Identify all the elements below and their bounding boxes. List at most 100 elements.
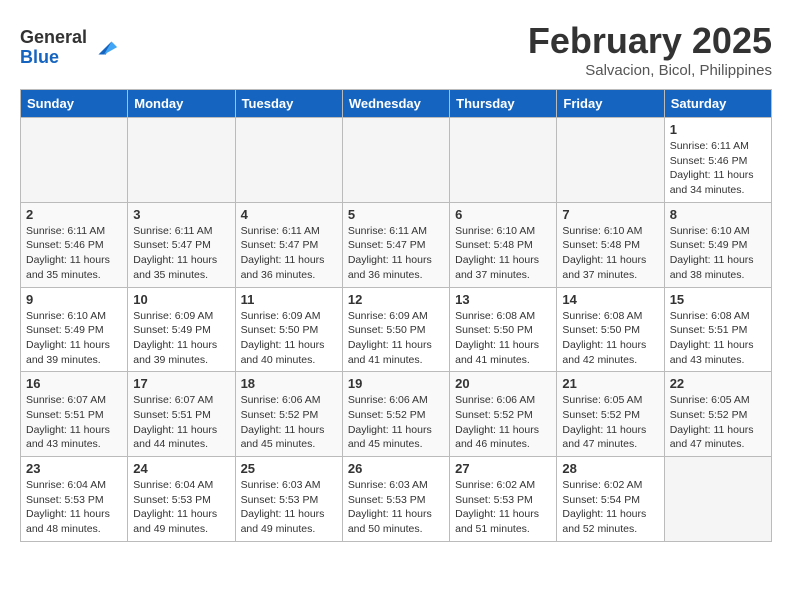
day-number: 18 xyxy=(241,376,337,391)
weekday-header-row: SundayMondayTuesdayWednesdayThursdayFrid… xyxy=(21,90,772,118)
logo-blue-text: Blue xyxy=(20,48,87,68)
calendar-cell: 24 Sunrise: 6:04 AM Sunset: 5:53 PM Dayli… xyxy=(128,457,235,542)
calendar-cell: 3 Sunrise: 6:11 AM Sunset: 5:47 PM Daylig… xyxy=(128,202,235,287)
day-number: 25 xyxy=(241,461,337,476)
day-info: Sunrise: 6:05 AM Sunset: 5:52 PM Dayligh… xyxy=(562,393,658,452)
logo-general-text: General xyxy=(20,28,87,48)
day-info: Sunrise: 6:11 AM Sunset: 5:47 PM Dayligh… xyxy=(241,224,337,283)
weekday-header-wednesday: Wednesday xyxy=(342,90,449,118)
day-number: 20 xyxy=(455,376,551,391)
day-info: Sunrise: 6:04 AM Sunset: 5:53 PM Dayligh… xyxy=(26,478,122,537)
day-info: Sunrise: 6:08 AM Sunset: 5:50 PM Dayligh… xyxy=(562,309,658,368)
calendar-cell: 19 Sunrise: 6:06 AM Sunset: 5:52 PM Dayli… xyxy=(342,372,449,457)
day-info: Sunrise: 6:11 AM Sunset: 5:46 PM Dayligh… xyxy=(26,224,122,283)
calendar-cell xyxy=(235,118,342,203)
day-info: Sunrise: 6:07 AM Sunset: 5:51 PM Dayligh… xyxy=(133,393,229,452)
month-title: February 2025 xyxy=(528,20,772,62)
day-number: 24 xyxy=(133,461,229,476)
day-number: 9 xyxy=(26,292,122,307)
calendar-week-5: 23 Sunrise: 6:04 AM Sunset: 5:53 PM Dayli… xyxy=(21,457,772,542)
day-info: Sunrise: 6:05 AM Sunset: 5:52 PM Dayligh… xyxy=(670,393,766,452)
title-block: February 2025 Salvacion, Bicol, Philippi… xyxy=(528,20,772,79)
day-number: 2 xyxy=(26,207,122,222)
day-number: 3 xyxy=(133,207,229,222)
calendar-cell: 10 Sunrise: 6:09 AM Sunset: 5:49 PM Dayli… xyxy=(128,287,235,372)
day-info: Sunrise: 6:10 AM Sunset: 5:49 PM Dayligh… xyxy=(26,309,122,368)
calendar-cell: 6Sunrise: 6:10 AM Sunset: 5:48 PM Daylig… xyxy=(450,202,557,287)
weekday-header-saturday: Saturday xyxy=(664,90,771,118)
calendar-week-1: 1Sunrise: 6:11 AM Sunset: 5:46 PM Daylig… xyxy=(21,118,772,203)
calendar-cell: 23 Sunrise: 6:04 AM Sunset: 5:53 PM Dayli… xyxy=(21,457,128,542)
day-info: Sunrise: 6:10 AM Sunset: 5:48 PM Dayligh… xyxy=(455,224,551,283)
day-number: 14 xyxy=(562,292,658,307)
day-info: Sunrise: 6:02 AM Sunset: 5:54 PM Dayligh… xyxy=(562,478,658,537)
day-number: 27 xyxy=(455,461,551,476)
calendar-cell: 8 Sunrise: 6:10 AM Sunset: 5:49 PM Daylig… xyxy=(664,202,771,287)
day-number: 19 xyxy=(348,376,444,391)
day-number: 7 xyxy=(562,207,658,222)
day-number: 22 xyxy=(670,376,766,391)
calendar-cell: 7 Sunrise: 6:10 AM Sunset: 5:48 PM Daylig… xyxy=(557,202,664,287)
day-info: Sunrise: 6:03 AM Sunset: 5:53 PM Dayligh… xyxy=(241,478,337,537)
calendar-cell xyxy=(664,457,771,542)
day-info: Sunrise: 6:06 AM Sunset: 5:52 PM Dayligh… xyxy=(348,393,444,452)
calendar-cell xyxy=(342,118,449,203)
day-number: 26 xyxy=(348,461,444,476)
weekday-header-friday: Friday xyxy=(557,90,664,118)
calendar-cell xyxy=(557,118,664,203)
calendar-cell: 5 Sunrise: 6:11 AM Sunset: 5:47 PM Daylig… xyxy=(342,202,449,287)
calendar-week-3: 9 Sunrise: 6:10 AM Sunset: 5:49 PM Daylig… xyxy=(21,287,772,372)
weekday-header-monday: Monday xyxy=(128,90,235,118)
day-info: Sunrise: 6:09 AM Sunset: 5:50 PM Dayligh… xyxy=(348,309,444,368)
calendar-cell xyxy=(128,118,235,203)
day-number: 13 xyxy=(455,292,551,307)
day-info: Sunrise: 6:06 AM Sunset: 5:52 PM Dayligh… xyxy=(455,393,551,452)
calendar-cell: 28 Sunrise: 6:02 AM Sunset: 5:54 PM Dayli… xyxy=(557,457,664,542)
calendar-cell: 20 Sunrise: 6:06 AM Sunset: 5:52 PM Dayli… xyxy=(450,372,557,457)
calendar-cell: 11 Sunrise: 6:09 AM Sunset: 5:50 PM Dayli… xyxy=(235,287,342,372)
calendar-cell: 4Sunrise: 6:11 AM Sunset: 5:47 PM Daylig… xyxy=(235,202,342,287)
calendar-table: SundayMondayTuesdayWednesdayThursdayFrid… xyxy=(20,89,772,542)
day-number: 11 xyxy=(241,292,337,307)
day-number: 5 xyxy=(348,207,444,222)
day-info: Sunrise: 6:10 AM Sunset: 5:48 PM Dayligh… xyxy=(562,224,658,283)
day-number: 10 xyxy=(133,292,229,307)
logo: General Blue xyxy=(20,28,119,68)
day-info: Sunrise: 6:03 AM Sunset: 5:53 PM Dayligh… xyxy=(348,478,444,537)
logo-icon xyxy=(91,34,119,62)
day-info: Sunrise: 6:11 AM Sunset: 5:47 PM Dayligh… xyxy=(133,224,229,283)
calendar-week-2: 2 Sunrise: 6:11 AM Sunset: 5:46 PM Daylig… xyxy=(21,202,772,287)
calendar-cell: 1Sunrise: 6:11 AM Sunset: 5:46 PM Daylig… xyxy=(664,118,771,203)
calendar-cell: 21Sunrise: 6:05 AM Sunset: 5:52 PM Dayli… xyxy=(557,372,664,457)
day-number: 15 xyxy=(670,292,766,307)
calendar-cell: 27 Sunrise: 6:02 AM Sunset: 5:53 PM Dayli… xyxy=(450,457,557,542)
day-number: 1 xyxy=(670,122,766,137)
calendar-cell xyxy=(450,118,557,203)
calendar-cell: 17 Sunrise: 6:07 AM Sunset: 5:51 PM Dayli… xyxy=(128,372,235,457)
calendar-cell: 12 Sunrise: 6:09 AM Sunset: 5:50 PM Dayli… xyxy=(342,287,449,372)
calendar-cell: 13Sunrise: 6:08 AM Sunset: 5:50 PM Dayli… xyxy=(450,287,557,372)
calendar-cell xyxy=(21,118,128,203)
calendar-cell: 14 Sunrise: 6:08 AM Sunset: 5:50 PM Dayli… xyxy=(557,287,664,372)
day-number: 23 xyxy=(26,461,122,476)
day-number: 12 xyxy=(348,292,444,307)
day-info: Sunrise: 6:10 AM Sunset: 5:49 PM Dayligh… xyxy=(670,224,766,283)
day-number: 28 xyxy=(562,461,658,476)
day-info: Sunrise: 6:07 AM Sunset: 5:51 PM Dayligh… xyxy=(26,393,122,452)
weekday-header-sunday: Sunday xyxy=(21,90,128,118)
day-number: 17 xyxy=(133,376,229,391)
day-info: Sunrise: 6:08 AM Sunset: 5:51 PM Dayligh… xyxy=(670,309,766,368)
day-info: Sunrise: 6:02 AM Sunset: 5:53 PM Dayligh… xyxy=(455,478,551,537)
calendar-cell: 2 Sunrise: 6:11 AM Sunset: 5:46 PM Daylig… xyxy=(21,202,128,287)
day-info: Sunrise: 6:04 AM Sunset: 5:53 PM Dayligh… xyxy=(133,478,229,537)
day-info: Sunrise: 6:09 AM Sunset: 5:50 PM Dayligh… xyxy=(241,309,337,368)
calendar-cell: 15 Sunrise: 6:08 AM Sunset: 5:51 PM Dayli… xyxy=(664,287,771,372)
page-header: General Blue February 2025 Salvacion, Bi… xyxy=(20,20,772,79)
calendar-cell: 22 Sunrise: 6:05 AM Sunset: 5:52 PM Dayli… xyxy=(664,372,771,457)
day-info: Sunrise: 6:06 AM Sunset: 5:52 PM Dayligh… xyxy=(241,393,337,452)
calendar-week-4: 16Sunrise: 6:07 AM Sunset: 5:51 PM Dayli… xyxy=(21,372,772,457)
weekday-header-tuesday: Tuesday xyxy=(235,90,342,118)
day-info: Sunrise: 6:09 AM Sunset: 5:49 PM Dayligh… xyxy=(133,309,229,368)
day-number: 8 xyxy=(670,207,766,222)
day-info: Sunrise: 6:11 AM Sunset: 5:47 PM Dayligh… xyxy=(348,224,444,283)
